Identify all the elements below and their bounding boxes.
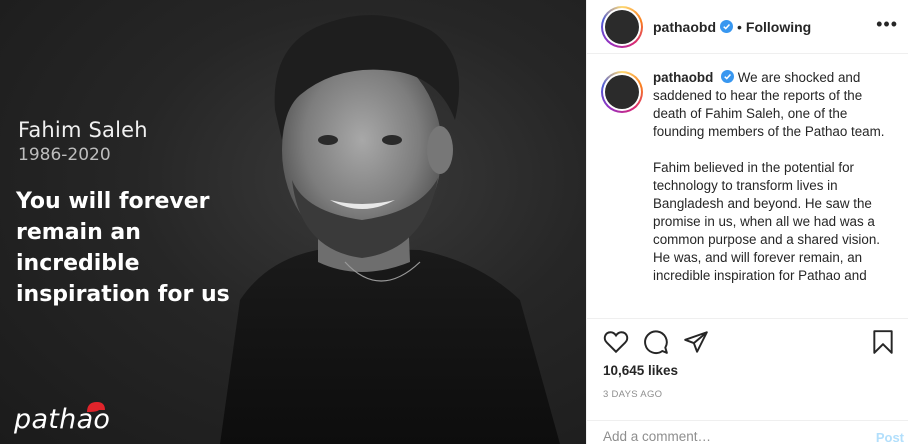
memorial-name: Fahim Saleh xyxy=(18,118,148,142)
caption-text: pathaobd We are shocked and saddened to … xyxy=(653,69,893,311)
more-options-icon[interactable]: ••• xyxy=(876,14,898,35)
caption-avatar[interactable] xyxy=(601,71,643,113)
memorial-years: 1986-2020 xyxy=(18,145,111,165)
post-image[interactable]: Fahim Saleh 1986-2020 You will forever r… xyxy=(0,0,586,444)
bookmark-icon[interactable] xyxy=(870,329,896,355)
helmet-icon xyxy=(87,402,105,412)
avatar[interactable] xyxy=(601,5,643,48)
comment-bar: Post xyxy=(587,420,908,444)
caption-paragraph-2: Fahim believed in the potential for tech… xyxy=(653,160,881,283)
caption-area: pathaobd We are shocked and saddened to … xyxy=(587,55,908,311)
header-username[interactable]: pathaobd xyxy=(653,19,716,35)
verified-badge-icon xyxy=(721,70,734,83)
post-header: pathaobd • Following ••• xyxy=(587,0,908,54)
post-comment-button[interactable]: Post xyxy=(876,430,904,444)
following-button[interactable]: Following xyxy=(746,19,811,35)
heart-icon[interactable] xyxy=(603,329,629,355)
memorial-tagline: You will forever remain an incredible in… xyxy=(16,189,230,307)
likes-count[interactable]: 10,645 likes xyxy=(603,363,678,378)
post-timestamp[interactable]: 3 DAYS AGO xyxy=(603,389,662,400)
caption-username[interactable]: pathaobd xyxy=(653,70,713,85)
separator-dot: • xyxy=(737,18,742,35)
comment-input[interactable] xyxy=(603,429,843,444)
share-icon[interactable] xyxy=(683,329,709,355)
comment-icon[interactable] xyxy=(643,329,669,355)
verified-badge-icon xyxy=(720,20,733,33)
post-actions: 10,645 likes 3 DAYS AGO xyxy=(587,318,908,428)
post-side-panel: pathaobd • Following ••• pathaobd We are… xyxy=(586,0,908,444)
